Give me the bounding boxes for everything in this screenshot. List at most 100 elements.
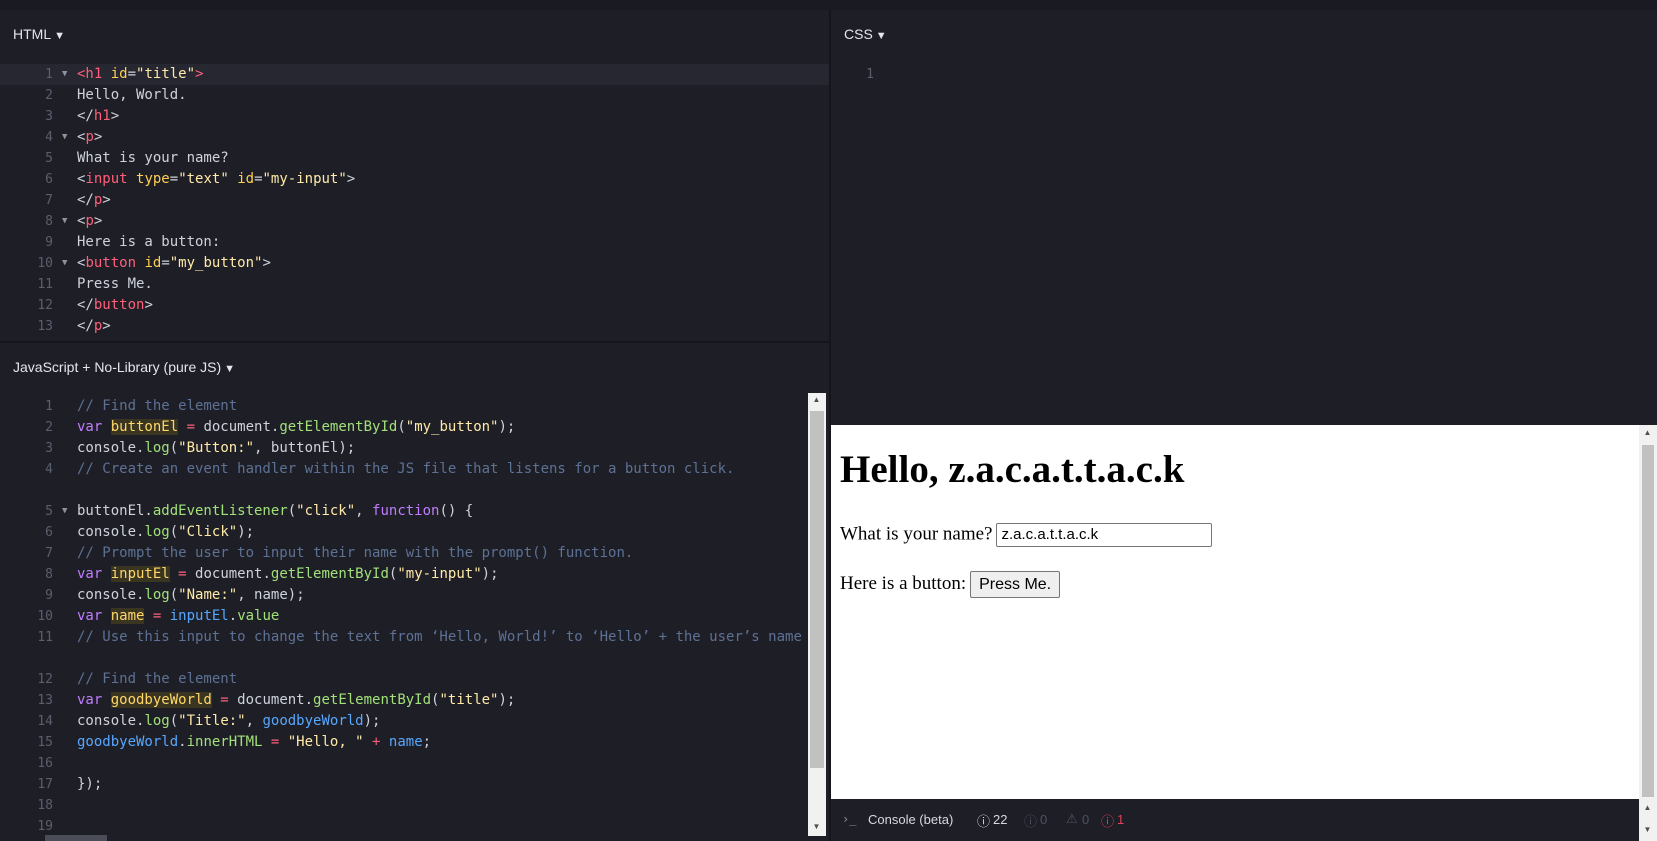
result-scrollbar-thumb[interactable] (1642, 445, 1654, 797)
code-text: console.log("Title:", goodbyeWorld); (77, 711, 803, 732)
chevron-down-icon[interactable]: ▼ (876, 30, 887, 42)
code-token: , name); (237, 587, 305, 603)
preview-press-button[interactable]: Press Me. (970, 571, 1061, 598)
code-token: inputEl (110, 566, 170, 582)
scroll-up-arrow[interactable]: ▲ (1639, 801, 1656, 815)
code-text: What is your name? (77, 148, 803, 169)
code-token: = (144, 608, 170, 624)
css-editor[interactable]: 1 (831, 64, 1657, 85)
preview-name-prompt: What is your name? (840, 523, 993, 545)
scroll-up-arrow[interactable]: ▲ (1639, 426, 1656, 440)
code-line[interactable]: 3 </h1> (0, 106, 829, 127)
code-token: h1 (93, 108, 111, 124)
chevron-down-icon[interactable]: ▼ (54, 30, 65, 42)
js-editor[interactable]: 1 // Find the element 2 var buttonEl = docu… (0, 396, 829, 837)
code-line[interactable]: 13 </p> (0, 316, 829, 337)
code-line[interactable]: 5 ▼ buttonEl.addEventListener("click", fun… (0, 501, 829, 522)
code-token: addEventListener (152, 503, 288, 519)
code-line[interactable]: 6 console.log("Click"); (0, 522, 829, 543)
code-token: = (127, 66, 137, 82)
code-line[interactable]: 1 (831, 64, 1657, 85)
code-token: inputEl (169, 608, 229, 624)
horizontal-splitter[interactable] (0, 341, 829, 343)
code-line[interactable]: 11 // Use this input to change the text f… (0, 627, 829, 669)
code-line[interactable]: 4 ▼ <p> (0, 127, 829, 148)
code-token: Here is a button: (77, 234, 221, 250)
code-line[interactable]: 9 console.log("Name:", name); (0, 585, 829, 606)
code-token: // Create an event handler within the JS… (77, 461, 735, 477)
code-line[interactable]: 2 var buttonEl = document.getElementById(… (0, 417, 829, 438)
code-line[interactable]: 1 // Find the element (0, 396, 829, 417)
code-token: </ (77, 108, 94, 124)
code-text: console.log("Button:", buttonEl); (77, 438, 803, 459)
code-line[interactable]: 11 Press Me. (0, 274, 829, 295)
code-line[interactable]: 16 (0, 753, 829, 774)
code-text: </button> (77, 295, 803, 316)
scroll-down-arrow[interactable]: ▼ (808, 820, 825, 834)
fold-arrow-icon[interactable]: ▼ (62, 501, 67, 522)
code-token: input (85, 171, 128, 187)
code-token: > (93, 213, 103, 229)
code-token: () { (439, 503, 474, 519)
code-token: "Button:" (178, 440, 255, 456)
code-token: > (262, 255, 271, 271)
code-line[interactable]: 15 goodbyeWorld.innerHTML = "Hello, " + n… (0, 732, 829, 753)
fold-arrow-icon[interactable]: ▼ (62, 211, 67, 232)
code-line[interactable]: 1 ▼ <h1 id="title"> (0, 64, 829, 85)
code-token: // Find the element (77, 398, 238, 414)
css-panel-header[interactable]: CSS ▼ (844, 26, 887, 42)
code-token: goodbyeWorld (110, 692, 212, 708)
js-panel-header[interactable]: JavaScript + No-Library (pure JS) ▼ (13, 359, 235, 375)
code-line[interactable]: 18 (0, 795, 829, 816)
fold-arrow-icon[interactable]: ▼ (62, 64, 67, 85)
line-number: 7 (45, 193, 53, 208)
code-token: , (355, 503, 373, 519)
code-line[interactable]: 12 // Find the element (0, 669, 829, 690)
code-line[interactable]: 3 console.log("Button:", buttonEl); (0, 438, 829, 459)
code-token: > (93, 129, 103, 145)
line-number: 17 (37, 777, 53, 792)
code-token: log (144, 440, 170, 456)
code-line[interactable]: 10 var name = inputEl.value (0, 606, 829, 627)
code-token: > (346, 171, 356, 187)
code-line[interactable]: 8 var inputEl = document.getElementById("… (0, 564, 829, 585)
code-line[interactable]: 5 What is your name? (0, 148, 829, 169)
console-label[interactable]: Console (beta) (868, 812, 953, 827)
code-token: + (363, 734, 389, 750)
code-line[interactable]: 2 Hello, World. (0, 85, 829, 106)
code-token: var (77, 608, 111, 624)
code-line[interactable]: 8 ▼ <p> (0, 211, 829, 232)
fold-arrow-icon[interactable]: ▼ (62, 127, 67, 148)
code-line[interactable]: 17}); (0, 774, 829, 795)
code-line[interactable]: 9 Here is a button: (0, 232, 829, 253)
code-line[interactable]: 7 // Prompt the user to input their name … (0, 543, 829, 564)
code-line[interactable]: 6 <input type="text" id="my-input"> (0, 169, 829, 190)
code-line[interactable]: 7 </p> (0, 190, 829, 211)
code-line[interactable]: 14 console.log("Title:", goodbyeWorld); (0, 711, 829, 732)
js-horizontal-scrollbar-thumb[interactable] (45, 835, 107, 841)
chevron-down-icon[interactable]: ▼ (224, 363, 235, 375)
code-line[interactable]: 10 ▼ <button id="my_button"> (0, 253, 829, 274)
scroll-up-arrow[interactable]: ▲ (808, 393, 825, 407)
html-panel-header[interactable]: HTML ▼ (13, 26, 65, 42)
code-token: ); (498, 419, 516, 435)
code-token: > (195, 66, 204, 82)
code-line[interactable]: 4 // Create an event handler within the J… (0, 459, 829, 501)
console-bar[interactable]: ›_ Console (beta) ⓘ 22 ⓘ 0 ⚠ 0 ⓘ 1 ▲ ▼ (831, 799, 1657, 841)
js-scrollbar-thumb[interactable] (810, 411, 824, 768)
js-scrollbar[interactable]: ▲ ▼ (808, 393, 826, 836)
result-scrollbar[interactable]: ▲ (1639, 425, 1657, 799)
code-token: Hello, World. (77, 87, 187, 103)
scroll-down-arrow[interactable]: ▼ (1639, 823, 1656, 837)
code-line[interactable]: 13 var goodbyeWorld = document.getElement… (0, 690, 829, 711)
code-token: var (77, 419, 111, 435)
line-number: 14 (37, 714, 53, 729)
code-line[interactable]: 19 (0, 816, 829, 837)
html-editor[interactable]: 1 ▼ <h1 id="title"> 2 Hello, World. 3 </h1> 4 ▼ <… (0, 64, 829, 337)
preview-name-input[interactable]: z.a.c.a.t.t.a.c.k (996, 523, 1213, 547)
code-line[interactable]: 12 </button> (0, 295, 829, 316)
fold-arrow-icon[interactable]: ▼ (62, 253, 67, 274)
code-token: button (85, 255, 137, 271)
console-scrollbar[interactable]: ▲ ▼ (1639, 799, 1657, 841)
line-number: 4 (45, 130, 53, 145)
